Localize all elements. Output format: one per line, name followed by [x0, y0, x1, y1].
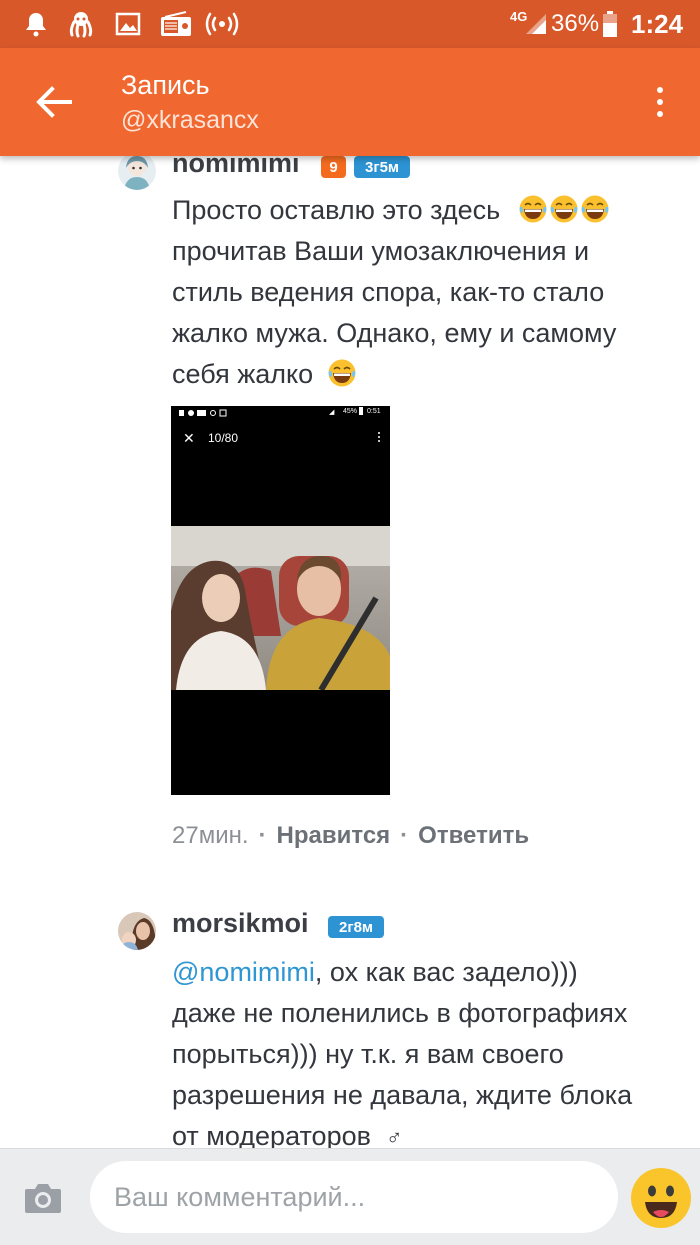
status-bar: 4G 36% 1:24	[0, 0, 700, 48]
comment-line: жалко мужа. Однако, ему и самому	[172, 318, 617, 348]
laughing-tears-emoji	[581, 195, 609, 223]
camera-button[interactable]	[22, 1177, 64, 1219]
close-icon: ✕	[183, 430, 195, 446]
comment-input-bar	[0, 1148, 700, 1245]
page-subtitle[interactable]: @xkrasancx	[121, 106, 259, 135]
comment-line: прочитав Ваши умозаключения и	[172, 236, 590, 266]
time-badge: 3г5м	[354, 156, 410, 178]
attachment-time: 0:51	[367, 408, 381, 415]
comment-line: от модераторов	[172, 1121, 371, 1151]
like-button[interactable]: Нравится	[277, 822, 391, 849]
signal-indicator: 4G	[510, 0, 547, 48]
laughing-tears-emoji	[519, 195, 547, 223]
mention-link[interactable]: @nomimimi	[172, 957, 315, 987]
emoji-button[interactable]	[630, 1167, 692, 1229]
image-counter: 10/80	[208, 431, 239, 445]
smiley-icon	[631, 1168, 691, 1228]
more-vertical-icon[interactable]	[642, 78, 678, 126]
laughing-tears-emoji	[328, 359, 356, 387]
comment-username[interactable]: morsikmoi	[172, 908, 309, 939]
page-title: Запись	[121, 70, 210, 100]
notification-bell-icon	[22, 10, 50, 38]
battery-percent: 36%	[551, 10, 600, 37]
arrow-left-icon	[36, 86, 72, 118]
laughing-tears-emoji	[550, 195, 578, 223]
level-badge: 9	[321, 156, 346, 178]
radio-icon	[158, 10, 194, 38]
app-bar: Запись @xkrasancx	[0, 48, 700, 156]
comment-line: порыться))) ну т.к. я вам своего	[172, 1039, 564, 1069]
comment-line: даже не поленились в фотографиях	[172, 998, 628, 1028]
avatar[interactable]	[118, 912, 156, 950]
attached-image[interactable]: ◢ 45% 0:51 ✕ 10/80	[171, 406, 390, 795]
battery-icon	[602, 0, 618, 48]
comment-line: , ох как вас задело)))	[314, 957, 578, 987]
signal-icon	[526, 14, 547, 34]
comment-age: 27мин.	[172, 822, 249, 849]
comment-meta: 27мин. · Нравится · Ответить	[172, 822, 530, 849]
back-button[interactable]	[22, 76, 86, 128]
comment-input[interactable]	[90, 1161, 618, 1233]
male-symbol: ♂	[385, 1125, 403, 1150]
attachment-battery: 45%	[343, 408, 358, 415]
avatar[interactable]	[118, 152, 156, 190]
octopus-icon	[66, 10, 96, 38]
comment-text: Просто оставлю это здесь прочитав Ваши у…	[172, 190, 682, 395]
camera-icon	[25, 1184, 61, 1213]
comment-line: стиль ведения спора, как-то стало	[172, 277, 605, 307]
time-badge: 2г8м	[328, 916, 384, 938]
network-type: 4G	[510, 8, 528, 24]
mini-status-icons	[179, 409, 227, 417]
comment-line: себя жалко	[172, 359, 314, 389]
more-vertical-icon	[378, 432, 380, 442]
hotspot-icon	[204, 10, 240, 38]
reply-button[interactable]: Ответить	[418, 822, 529, 849]
attachment-status-bar: ◢ 45% 0:51	[171, 406, 390, 420]
mini-signal-icon: ◢	[329, 409, 335, 416]
couple-photo	[171, 526, 390, 690]
comment-line: Просто оставлю это здесь	[172, 195, 501, 225]
comment-line: разрешения не давала, ждите блока	[172, 1080, 633, 1110]
comment-text: @nomimimi, ох как вас задело))) даже не …	[172, 952, 682, 1158]
clock: 1:24	[631, 8, 684, 39]
image-icon	[114, 10, 142, 38]
mini-battery-icon	[359, 407, 363, 415]
